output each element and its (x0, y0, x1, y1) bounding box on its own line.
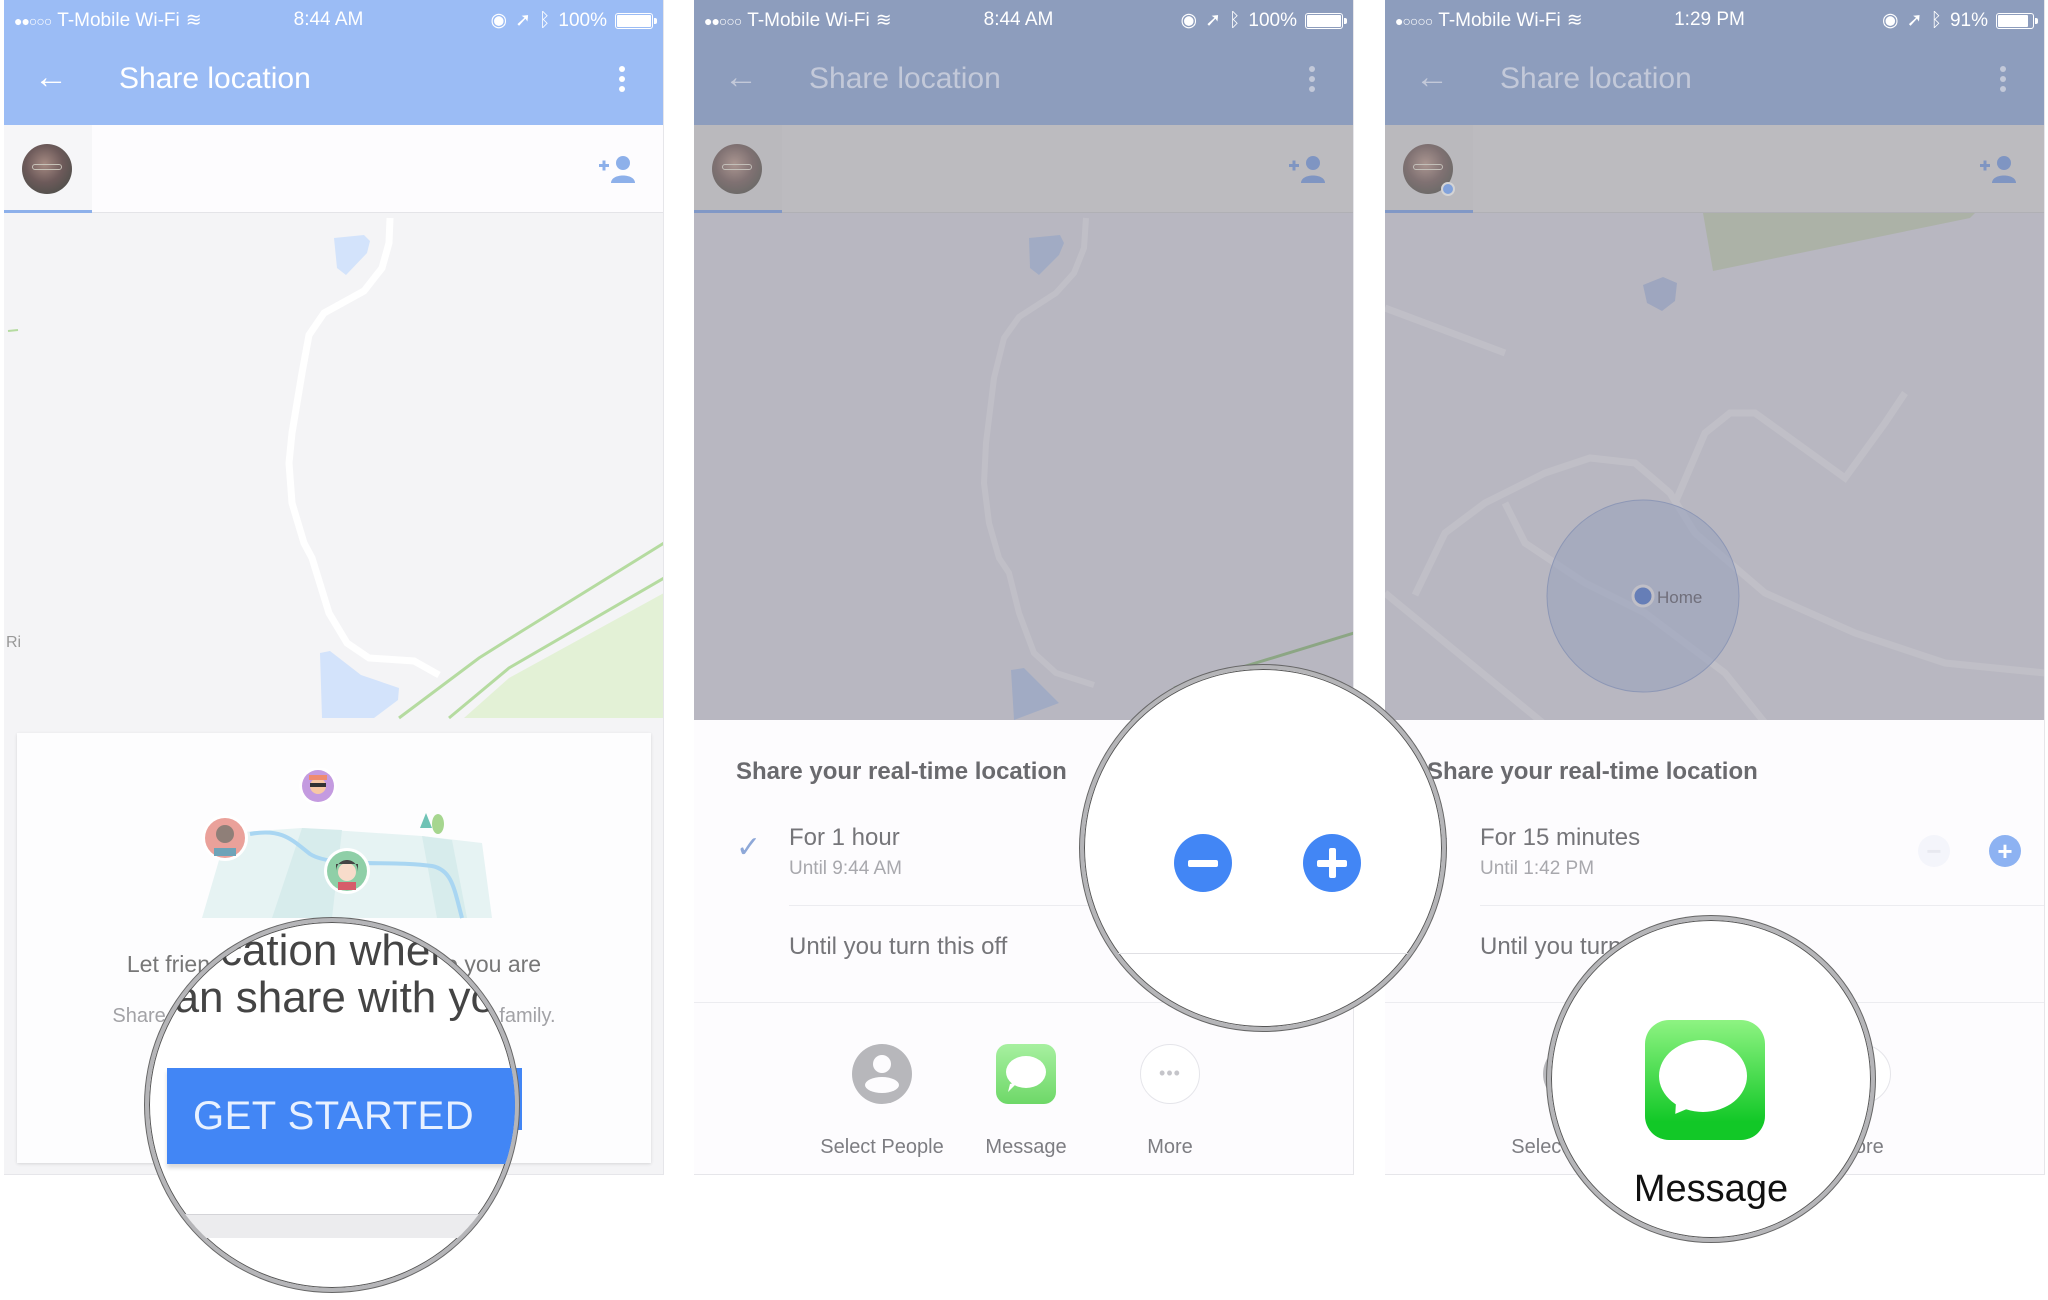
map-road (1671, 391, 1908, 505)
map-road (1385, 590, 1549, 723)
tab-me[interactable] (4, 125, 92, 213)
people-tab-row (1385, 125, 2044, 213)
bluetooth-icon: ᛒ (1228, 9, 1241, 31)
map-place-label: Home (1657, 588, 1702, 607)
friend-marker-2 (299, 768, 337, 805)
people-tab-row (694, 125, 1353, 213)
people-tab-row (4, 125, 663, 213)
more-horiz-icon: ••• (1140, 1044, 1200, 1104)
rotation-lock-icon: ◉ (1882, 10, 1899, 31)
plus-circle-icon[interactable] (1303, 834, 1361, 892)
person-icon (852, 1044, 912, 1104)
status-bar: ●●○○○ T-Mobile Wi-Fi ≋ 8:44 AM ◉ ➚ ᛒ 100% (4, 0, 663, 40)
magnifier-duration-stepper (1080, 665, 1446, 1031)
battery-icon (1305, 12, 1347, 29)
duration-label: For 15 minutes (1480, 824, 1641, 851)
page-title: Share location (1500, 62, 1692, 95)
duration-until: Until 1:42 PM (1480, 858, 1595, 879)
magnified-get-started-button[interactable]: GET STARTED (167, 1068, 515, 1164)
add-person-icon[interactable] (1980, 155, 2018, 183)
checkmark-icon: ✓ (736, 831, 762, 864)
magnified-bottom-bar (149, 1214, 515, 1238)
avatar (712, 144, 762, 194)
sharing-active-badge (1441, 182, 1455, 196)
rotation-lock-icon: ◉ (490, 10, 508, 31)
map-road-edge (7, 329, 19, 332)
tab-me[interactable] (694, 125, 782, 213)
overflow-menu-icon[interactable] (2000, 66, 2008, 96)
share-sheet-heading: Share your real-time location (736, 758, 1067, 785)
map-lake (1643, 277, 1677, 311)
map-road (285, 217, 441, 679)
page-title: Share location (119, 62, 311, 95)
map-road (1385, 304, 1507, 357)
messages-app-icon[interactable] (1645, 1020, 1765, 1140)
magnifier-get-started: e location where you are can share with … (145, 918, 519, 1292)
back-arrow-icon[interactable]: ← (1415, 60, 1449, 94)
magnified-divider (1084, 953, 1442, 954)
location-arrow-icon: ➚ (1906, 10, 1923, 31)
status-bar: ●●○○○ T-Mobile Wi-Fi ≋ 8:44 AM ◉ ➚ ᛒ 100% (694, 0, 1353, 40)
location-arrow-icon: ➚ (1205, 10, 1221, 31)
minus-circle-icon[interactable] (1174, 834, 1232, 892)
overflow-menu-icon[interactable] (1309, 66, 1317, 96)
duration-until: Until 9:44 AM (789, 858, 902, 879)
map-lake (1029, 235, 1064, 275)
page-title: Share location (809, 62, 1001, 95)
map-graphic: Home (1385, 213, 2044, 723)
friend-marker-3 (324, 848, 370, 894)
increase-duration-button[interactable]: + (1989, 835, 2021, 867)
bluetooth-icon: ᛒ (1930, 9, 1942, 31)
rotation-lock-icon: ◉ (1180, 10, 1198, 31)
duration-option-timed[interactable]: ✓ For 15 minutes Until 1:42 PM (1385, 824, 2044, 904)
battery-icon (1996, 12, 2038, 29)
avatar (1403, 144, 1455, 196)
magnified-headline: e location where you are (149, 926, 515, 975)
map-label: Ri (6, 634, 21, 651)
add-person-icon[interactable] (1289, 155, 1327, 183)
map-road (980, 217, 1095, 688)
decrease-duration-button[interactable]: − (1918, 835, 1950, 867)
location-arrow-icon: ➚ (515, 10, 531, 31)
battery-icon (615, 12, 657, 29)
current-location-dot (1631, 584, 1655, 608)
magnifier-message: Message (1547, 916, 1875, 1242)
share-location-illustration (202, 768, 492, 919)
back-arrow-icon[interactable]: ← (724, 60, 758, 94)
duration-label: For 1 hour (789, 824, 900, 851)
divider (1480, 905, 2044, 906)
avatar (22, 144, 72, 194)
tab-me[interactable] (1385, 125, 1473, 213)
battery-percent: 91% (1949, 9, 1988, 31)
battery-percent: 100% (1248, 9, 1297, 31)
map-park (464, 593, 663, 718)
magnified-message-label: Message (1633, 1168, 1789, 1210)
back-arrow-icon[interactable]: ← (34, 60, 68, 94)
map-graphic (980, 217, 1353, 720)
messages-app-icon (996, 1044, 1056, 1104)
status-bar: ●○○○○ T-Mobile Wi-Fi ≋ 1:29 PM ◉ ➚ ᛒ 91% (1385, 0, 2044, 40)
share-target-label: More (1147, 1136, 1193, 1158)
map-park (1703, 213, 1975, 271)
magnified-subheadline: can share with you (152, 973, 519, 1022)
overflow-menu-icon[interactable] (619, 66, 627, 96)
share-sheet-heading: Share your real-time location (1427, 758, 1758, 785)
battery-percent: 100% (558, 9, 607, 31)
share-targets: Select People Message ••• More (694, 1032, 1353, 1172)
add-person-icon[interactable] (599, 155, 637, 183)
duration-label: Until you turn this off (789, 933, 1008, 960)
map-lake (1011, 668, 1059, 720)
friend-marker-1 (202, 815, 248, 861)
map-lake (334, 235, 370, 275)
bluetooth-icon: ᛒ (538, 9, 551, 31)
